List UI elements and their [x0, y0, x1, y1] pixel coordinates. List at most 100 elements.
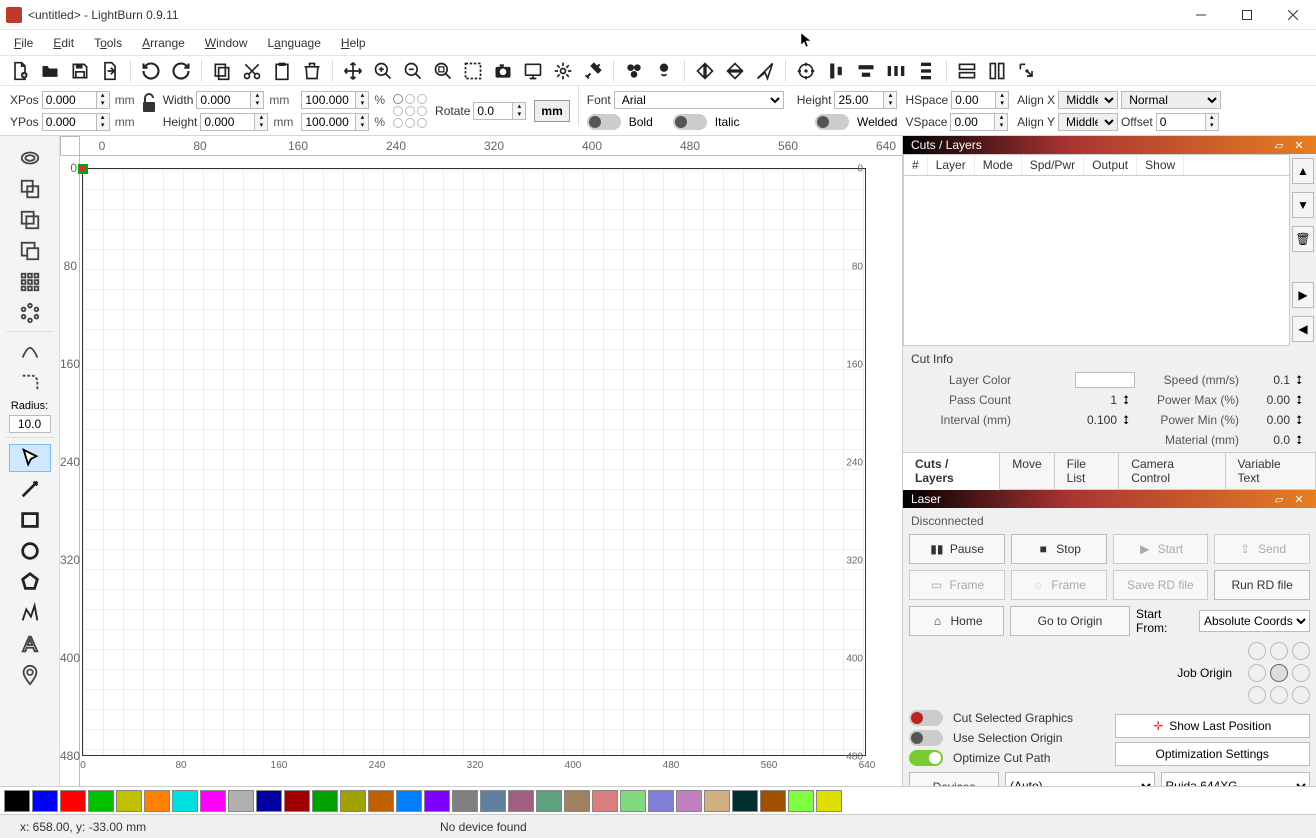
palette-swatch[interactable]	[116, 790, 142, 812]
align-h-icon[interactable]	[852, 58, 880, 84]
frame-rubber-button[interactable]: ◌Frame	[1011, 570, 1107, 600]
layer-color-swatch[interactable]	[1075, 372, 1135, 388]
settings-icon[interactable]	[549, 58, 577, 84]
optimization-settings-button[interactable]: Optimization Settings	[1115, 742, 1311, 766]
palette-swatch[interactable]	[564, 790, 590, 812]
layer-up-icon[interactable]: ▲	[1292, 158, 1314, 184]
start-button[interactable]: ▶Start	[1113, 534, 1209, 564]
palette-swatch[interactable]	[396, 790, 422, 812]
undo-icon[interactable]	[137, 58, 165, 84]
lock-aspect-icon[interactable]	[139, 86, 159, 120]
optimize-cut-path-toggle[interactable]	[909, 750, 943, 766]
font-height-input[interactable]: ▴▾	[834, 91, 897, 109]
panel-close-icon[interactable]: ✕	[1290, 490, 1308, 508]
palette-swatch[interactable]	[144, 790, 170, 812]
panel-undock-icon[interactable]: ▱	[1270, 490, 1288, 508]
palette-swatch[interactable]	[536, 790, 562, 812]
zoom-frame-icon[interactable]	[429, 58, 457, 84]
position-laser-icon[interactable]	[9, 661, 51, 689]
copy-icon[interactable]	[208, 58, 236, 84]
vspace-input[interactable]: ▴▾	[950, 113, 1008, 131]
palette-swatch[interactable]	[32, 790, 58, 812]
pause-button[interactable]: ▮▮Pause	[909, 534, 1005, 564]
alignx-select[interactable]: Middle	[1058, 91, 1118, 109]
italic-toggle[interactable]	[673, 114, 707, 130]
palette-swatch[interactable]	[592, 790, 618, 812]
align-center-icon[interactable]	[792, 58, 820, 84]
save-icon[interactable]	[66, 58, 94, 84]
tab-cuts-layers[interactable]: Cuts / Layers	[903, 453, 1000, 490]
preview-icon[interactable]	[519, 58, 547, 84]
new-file-icon[interactable]	[6, 58, 34, 84]
palette-swatch[interactable]	[760, 790, 786, 812]
tab-move[interactable]: Move	[1000, 453, 1054, 489]
group-icon[interactable]	[620, 58, 648, 84]
palette-swatch[interactable]	[200, 790, 226, 812]
palette-swatch[interactable]	[284, 790, 310, 812]
cuts-table-body[interactable]	[903, 176, 1290, 346]
palette-swatch[interactable]	[480, 790, 506, 812]
palette-swatch[interactable]	[704, 790, 730, 812]
maximize-button[interactable]	[1224, 0, 1270, 30]
scale-y-input[interactable]: ▴▾	[301, 113, 369, 131]
tab-file-list[interactable]: File List	[1055, 453, 1120, 489]
xpos-input[interactable]: ▴▾	[42, 91, 110, 109]
canvas[interactable]: 080160240320400480560640 080160240320400…	[60, 136, 902, 786]
go-origin-button[interactable]: Go to Origin	[1010, 606, 1130, 636]
weld-shapes-icon[interactable]	[9, 175, 51, 203]
frame-rect-button[interactable]: ▭Frame	[909, 570, 1005, 600]
zoom-in-icon[interactable]	[369, 58, 397, 84]
menu-window[interactable]: Window	[197, 34, 256, 52]
palette-swatch[interactable]	[424, 790, 450, 812]
zoom-out-icon[interactable]	[399, 58, 427, 84]
minimize-button[interactable]	[1178, 0, 1224, 30]
palette-swatch[interactable]	[60, 790, 86, 812]
menu-help[interactable]: Help	[333, 34, 374, 52]
import-icon[interactable]	[96, 58, 124, 84]
offset-shapes-icon[interactable]	[9, 144, 51, 172]
height-input[interactable]: ▴▾	[200, 113, 268, 131]
radius-tool-icon[interactable]	[9, 369, 51, 397]
ungroup-icon[interactable]	[650, 58, 678, 84]
open-file-icon[interactable]	[36, 58, 64, 84]
palette-swatch[interactable]	[620, 790, 646, 812]
redo-icon[interactable]	[167, 58, 195, 84]
rotate-input[interactable]: ▴▾	[473, 102, 526, 120]
palette-swatch[interactable]	[788, 790, 814, 812]
tab-variable-text[interactable]: Variable Text	[1226, 453, 1316, 489]
palette-swatch[interactable]	[256, 790, 282, 812]
menu-tools[interactable]: Tools	[86, 34, 130, 52]
grid-array-icon[interactable]	[9, 268, 51, 296]
layer-right-icon[interactable]: ▶	[1292, 282, 1314, 308]
boolean-union-icon[interactable]	[9, 206, 51, 234]
text-tool-icon[interactable]	[9, 630, 51, 658]
layer-delete-icon[interactable]: 🗑	[1292, 226, 1314, 252]
use-selection-origin-toggle[interactable]	[909, 730, 943, 746]
palette-swatch[interactable]	[340, 790, 366, 812]
hspace-input[interactable]: ▴▾	[951, 91, 1009, 109]
palette-swatch[interactable]	[508, 790, 534, 812]
ypos-input[interactable]: ▴▾	[42, 113, 110, 131]
layer-left-icon[interactable]: ◀	[1292, 316, 1314, 342]
camera-icon[interactable]	[489, 58, 517, 84]
home-button[interactable]: ⌂Home	[909, 606, 1004, 636]
palette-swatch[interactable]	[88, 790, 114, 812]
run-rd-button[interactable]: Run RD file	[1214, 570, 1310, 600]
aligny-select[interactable]: Middle	[1058, 113, 1118, 131]
distribute-v-icon[interactable]	[912, 58, 940, 84]
show-last-position-button[interactable]: ✛Show Last Position	[1115, 714, 1311, 738]
same-width-icon[interactable]	[953, 58, 981, 84]
palette-swatch[interactable]	[172, 790, 198, 812]
select-tool-icon[interactable]	[9, 444, 51, 472]
stop-button[interactable]: ■Stop	[1011, 534, 1107, 564]
laser-panel-title[interactable]: Laser ▱ ✕	[903, 490, 1316, 508]
cuts-panel-title[interactable]: Cuts / Layers ▱ ✕	[903, 136, 1316, 154]
mirror-h-icon[interactable]	[691, 58, 719, 84]
draw-ellipse-icon[interactable]	[9, 537, 51, 565]
palette-swatch[interactable]	[648, 790, 674, 812]
layer-down-icon[interactable]: ▼	[1292, 192, 1314, 218]
delete-icon[interactable]	[298, 58, 326, 84]
draw-path-icon[interactable]	[9, 599, 51, 627]
start-from-select[interactable]: Absolute Coords	[1199, 610, 1310, 632]
move-to-icon[interactable]	[1013, 58, 1041, 84]
